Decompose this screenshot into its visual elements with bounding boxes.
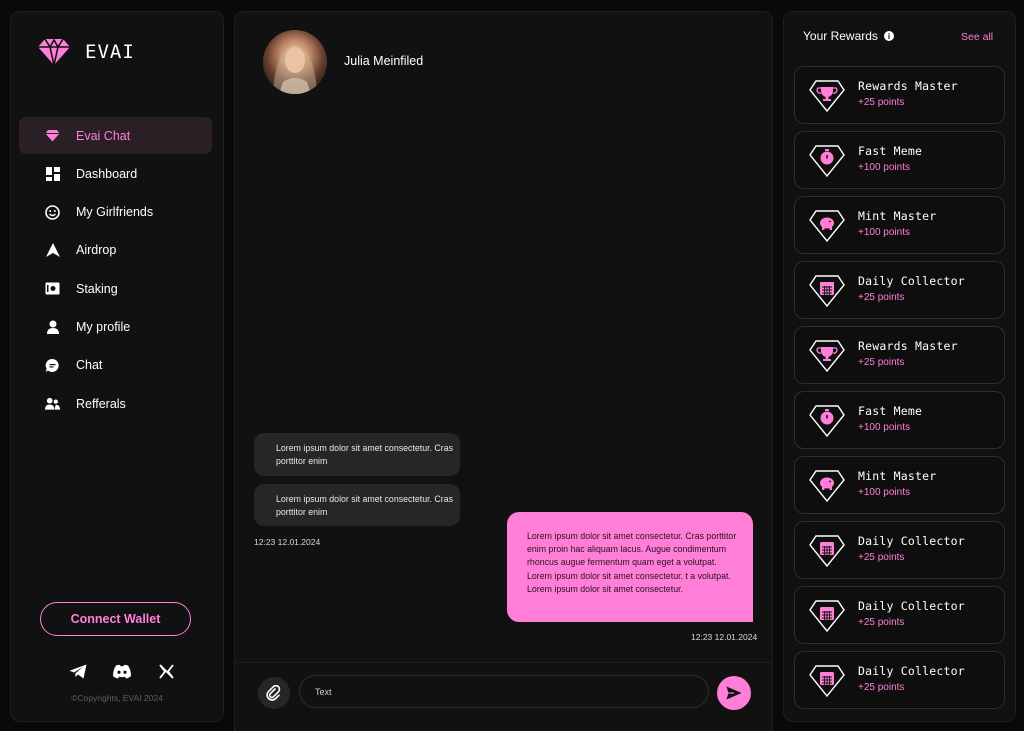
discord-icon[interactable] [111,661,133,681]
info-icon[interactable]: i [883,31,894,41]
sidebar-item-chat[interactable]: Chat [19,347,212,384]
x-icon[interactable] [155,661,177,681]
sidebar-item-refferals[interactable]: Refferals [19,385,212,422]
sidebar-item-staking[interactable]: Staking [19,270,212,307]
reward-name: Fast Meme [858,144,923,158]
smiley-icon [45,204,60,220]
reward-points: +25 points [858,552,905,563]
contact-name: Julia Meinfiled [344,54,424,68]
reward-card[interactable]: Fast Meme +100 points [794,391,1005,449]
avatar[interactable] [263,30,327,94]
reward-card[interactable]: Rewards Master +25 points [794,66,1005,124]
message-timestamp: 12:23 12.01.2024 [691,632,758,642]
send-icon [726,686,742,700]
reward-name: Daily Collector [858,534,965,548]
rewards-title-text: Your Rewards [803,29,878,43]
reward-points: +25 points [858,97,905,108]
trophy-icon [809,340,845,373]
calendar-icon [809,600,845,633]
message-timestamp: 12:23 12.01.2024 [254,537,321,547]
connect-wallet-button[interactable]: Connect Wallet [40,602,191,636]
sidebar-item-my-girlfriends[interactable]: My Girlfriends [19,194,212,231]
reward-card[interactable]: Daily Collector +25 points [794,521,1005,579]
sidebar-item-label: Refferals [76,396,126,411]
reward-points: +25 points [858,292,905,303]
sidebar-item-label: Chat [76,358,103,373]
diamond-logo-icon [38,38,70,66]
sidebar-item-label: Staking [76,281,118,296]
sidebar-item-label: My Girlfriends [76,205,154,220]
reward-name: Daily Collector [858,599,965,613]
attach-button[interactable] [258,677,290,709]
sidebar: EVAI Evai Chat Dashboard My Girlfriends … [10,11,224,722]
reward-card[interactable]: Daily Collector +25 points [794,261,1005,319]
rewards-title: Your Rewards i [803,29,894,43]
reward-name: Rewards Master [858,339,958,353]
message-input[interactable] [299,675,709,708]
chat-bubble-icon [45,358,60,373]
send-button[interactable] [717,676,751,710]
grid-icon [45,166,60,181]
reward-list: Rewards Master +25 points Fast Meme +100… [794,66,1005,709]
message-composer [235,662,772,731]
rewards-panel: Your Rewards i See all Rewards Master +2… [783,11,1016,722]
paperclip-icon [266,685,281,701]
chat-panel: Julia Meinfiled Lorem ipsum dolor sit am… [234,11,773,731]
sidebar-item-label: My profile [76,319,131,334]
reward-points: +25 points [858,617,905,628]
timer-icon [809,145,845,178]
incoming-message: Lorem ipsum dolor sit amet consectetur. … [254,484,460,526]
sidebar-item-label: Airdrop [76,243,117,258]
reward-points: +25 points [858,682,905,693]
sidebar-item-airdrop[interactable]: Airdrop [19,232,212,269]
person-icon [45,319,60,334]
reward-card[interactable]: Mint Master +100 points [794,456,1005,514]
see-all-link[interactable]: See all [961,31,993,43]
reward-name: Fast Meme [858,404,923,418]
logo[interactable]: EVAI [37,38,135,66]
reward-name: Daily Collector [858,664,965,678]
calendar-icon [809,275,845,308]
reward-card[interactable]: Daily Collector +25 points [794,651,1005,709]
sidebar-item-my-profile[interactable]: My profile [19,308,212,345]
outgoing-message: Lorem ipsum dolor sit amet consectetur. … [507,512,753,622]
sidebar-item-evai-chat[interactable]: Evai Chat [19,117,212,154]
reward-card[interactable]: Rewards Master +25 points [794,326,1005,384]
reward-card[interactable]: Fast Meme +100 points [794,131,1005,189]
telegram-icon[interactable] [67,661,89,681]
reward-name: Daily Collector [858,274,965,288]
sidebar-item-label: Dashboard [76,166,138,181]
reward-points: +100 points [858,422,910,433]
diamond-icon [45,128,60,143]
calendar-icon [809,665,845,698]
sidebar-nav: Evai Chat Dashboard My Girlfriends Airdr… [19,117,212,423]
reward-name: Mint Master [858,209,937,223]
arrow-up-icon [45,243,60,258]
vault-icon [45,281,60,296]
reward-name: Rewards Master [858,79,958,93]
reward-points: +100 points [858,162,910,173]
incoming-message: Lorem ipsum dolor sit amet consectetur. … [254,433,460,476]
piggy-bank-icon [809,470,845,503]
reward-name: Mint Master [858,469,937,483]
reward-points: +100 points [858,487,910,498]
reward-card[interactable]: Mint Master +100 points [794,196,1005,254]
piggy-bank-icon [809,210,845,243]
reward-points: +25 points [858,357,905,368]
copyright-text: ©Copyrights, EVAI 2024 [71,693,163,703]
brand-name: EVAI [85,41,135,63]
sidebar-item-label: Evai Chat [76,128,131,143]
reward-points: +100 points [858,227,910,238]
calendar-icon [809,535,845,568]
trophy-icon [809,80,845,113]
social-links [67,661,177,681]
reward-card[interactable]: Daily Collector +25 points [794,586,1005,644]
timer-icon [809,405,845,438]
users-icon [45,396,60,411]
sidebar-item-dashboard[interactable]: Dashboard [19,155,212,192]
